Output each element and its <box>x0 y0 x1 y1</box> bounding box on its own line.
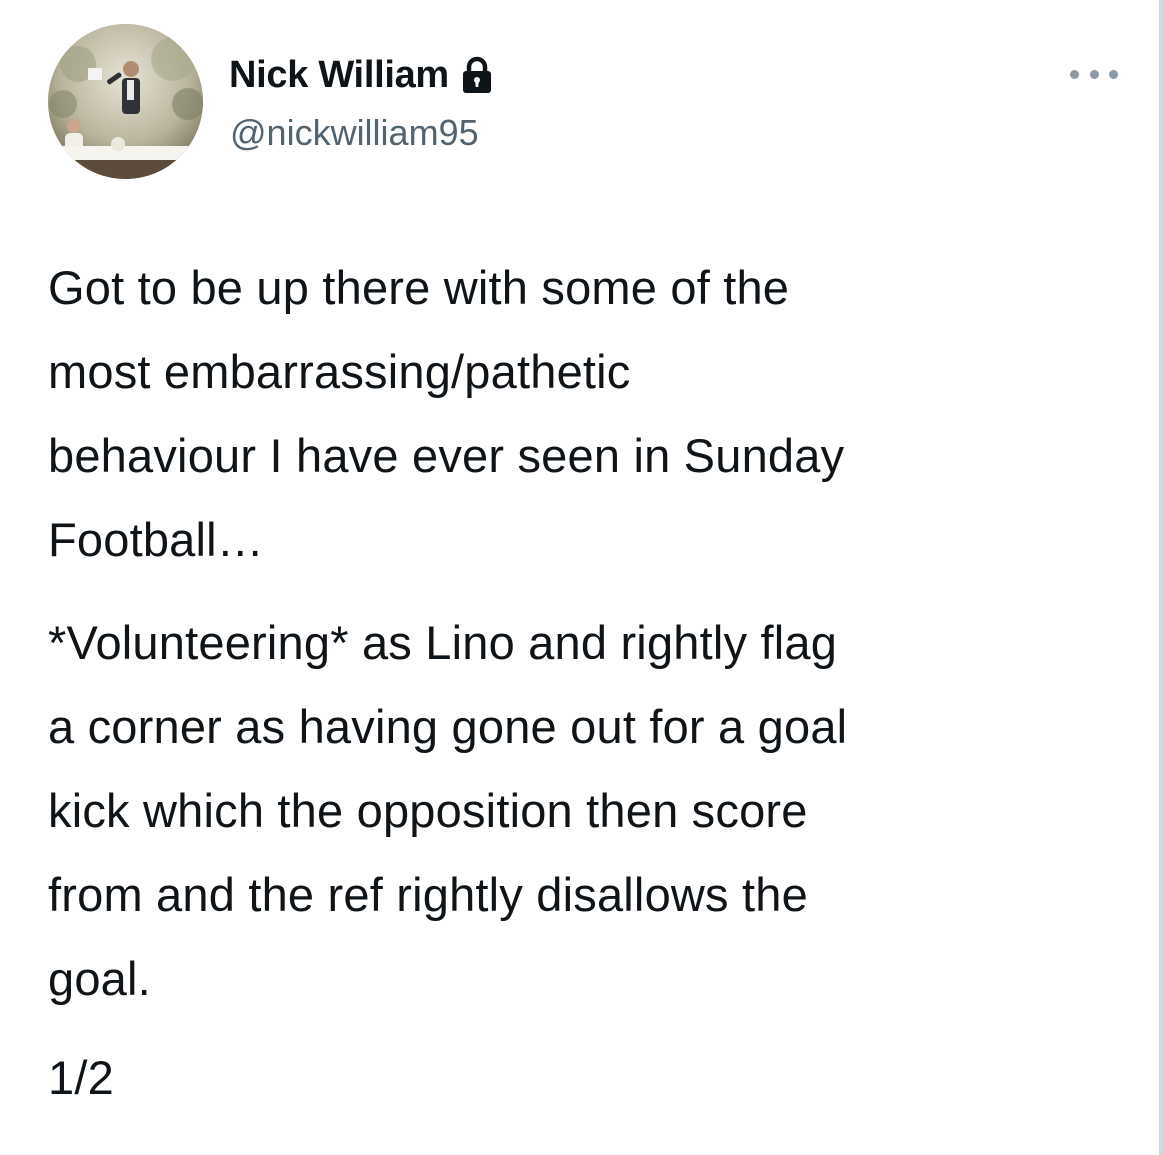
name-row: Nick William <box>229 50 495 100</box>
tweet-paragraph-2: *Volunteering* as Lino and rightly flag … <box>48 616 848 1005</box>
lock-icon <box>459 55 495 95</box>
tweet-paragraph-1: Got to be up there with some of the most… <box>48 261 845 566</box>
author-handle[interactable]: @nickwilliam95 <box>230 112 479 154</box>
scrollbar-edge <box>1159 0 1163 1155</box>
avatar-photo <box>48 24 203 179</box>
tweet-header: Nick William @nickwilliam95 <box>48 24 1118 180</box>
tweet-text: Got to be up there with some of the most… <box>48 246 1128 1120</box>
thread-counter: 1/2 <box>48 1051 114 1104</box>
avatar[interactable] <box>48 24 203 179</box>
more-options-icon[interactable] <box>1070 64 1118 84</box>
more-dot <box>1070 69 1079 79</box>
author-display-name[interactable]: Nick William <box>229 54 449 97</box>
more-dot <box>1109 69 1118 79</box>
more-dot <box>1089 69 1099 79</box>
